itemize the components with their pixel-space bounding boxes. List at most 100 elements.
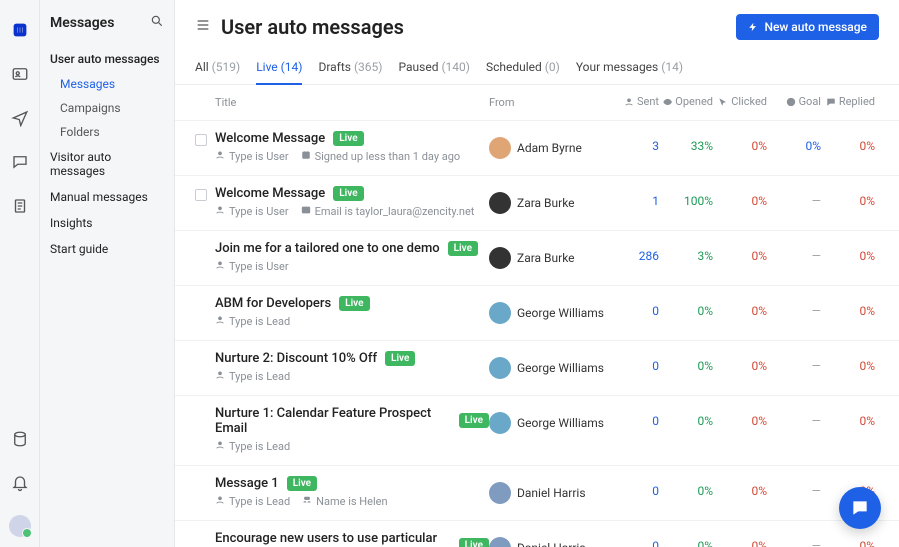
bell-icon[interactable] <box>8 471 32 495</box>
meta-item: Type is User <box>215 205 289 218</box>
table-header: Title From Sent Opened Clicked Goal Repl… <box>175 85 899 121</box>
avatar <box>489 137 511 159</box>
replied-value: 0% <box>825 406 879 428</box>
send-icon[interactable] <box>8 106 32 130</box>
tab-drafts[interactable]: Drafts (365) <box>318 54 382 84</box>
message-title: Welcome Message <box>215 186 325 201</box>
meta-item: Type is Lead <box>215 370 290 383</box>
sent-value: 0 <box>609 351 663 373</box>
opened-value: 0% <box>663 406 717 428</box>
row-checkbox[interactable] <box>195 134 207 146</box>
col-title[interactable]: Title <box>215 96 489 109</box>
table-row[interactable]: Message 1LiveType is LeadName is HelenDa… <box>175 466 899 521</box>
table-row[interactable]: Welcome MessageLiveType is UserSigned up… <box>175 121 899 176</box>
tab-live[interactable]: Live (14) <box>256 54 302 84</box>
status-badge: Live <box>339 296 369 311</box>
sidebar-sub-folders[interactable]: Folders <box>40 120 174 144</box>
tab-your-messages[interactable]: Your messages (14) <box>576 54 683 84</box>
document-icon[interactable] <box>8 194 32 218</box>
col-sent[interactable]: Sent <box>609 95 659 108</box>
avatar <box>489 192 511 214</box>
from-cell: Zara Burke <box>489 241 609 269</box>
page-title: User auto messages <box>221 15 404 39</box>
brand-icon[interactable] <box>8 18 32 42</box>
clicked-value: 0% <box>717 186 771 208</box>
clicked-value: 0% <box>717 406 771 428</box>
sidebar-item-user-auto[interactable]: User auto messages <box>40 46 174 72</box>
col-goal[interactable]: Goal <box>771 95 821 108</box>
status-badge: Live <box>333 131 363 146</box>
sidebar-item-start-guide[interactable]: Start guide <box>40 236 174 262</box>
tab-paused[interactable]: Paused (140) <box>398 54 470 84</box>
avatar <box>489 537 511 547</box>
sidebar-item-visitor-auto[interactable]: Visitor auto messages <box>40 144 174 184</box>
new-auto-message-button[interactable]: New auto message <box>736 14 879 40</box>
goal-value: — <box>771 351 825 373</box>
col-clicked[interactable]: Clicked <box>717 95 767 108</box>
messenger-widget[interactable] <box>839 487 881 529</box>
menu-toggle-icon[interactable] <box>195 17 211 37</box>
table-row[interactable]: Join me for a tailored one to one demoLi… <box>175 231 899 286</box>
sent-value: 3 <box>609 131 663 153</box>
tab-scheduled[interactable]: Scheduled (0) <box>486 54 560 84</box>
clicked-value: 0% <box>717 241 771 263</box>
icon-rail <box>0 0 40 547</box>
sent-value: 0 <box>609 476 663 498</box>
status-badge: Live <box>459 538 489 547</box>
table-row[interactable]: Nurture 2: Discount 10% OffLiveType is L… <box>175 341 899 396</box>
opened-value: 0% <box>663 296 717 318</box>
table-row[interactable]: Nurture 1: Calendar Feature Prospect Ema… <box>175 396 899 466</box>
mail-icon <box>301 205 311 218</box>
meta-item: Signed up less than 1 day ago <box>301 150 461 163</box>
replied-value: 0% <box>825 186 879 208</box>
goal-value: 0% <box>771 131 825 153</box>
table-row[interactable]: Welcome MessageLiveType is UserEmail is … <box>175 176 899 231</box>
clicked-value: 0% <box>717 296 771 318</box>
user-icon <box>215 260 225 273</box>
from-cell: Zara Burke <box>489 186 609 214</box>
table-row[interactable]: Encourage new users to use particular fe… <box>175 521 899 547</box>
meta-item: Type is Lead <box>215 315 290 328</box>
meta-item: Type is User <box>215 260 289 273</box>
meta-item: Type is Lead <box>215 495 290 508</box>
col-opened[interactable]: Opened <box>663 95 713 108</box>
replied-value: 0% <box>825 531 879 547</box>
sent-value: 286 <box>609 241 663 263</box>
search-icon[interactable] <box>150 14 164 32</box>
avatar <box>489 247 511 269</box>
chat-icon[interactable] <box>8 150 32 174</box>
new-button-label: New auto message <box>764 20 867 34</box>
calendar-icon <box>301 150 311 163</box>
from-cell: Adam Byrne <box>489 131 609 159</box>
user-icon <box>215 440 225 453</box>
status-badge: Live <box>385 351 415 366</box>
main: User auto messages New auto message All … <box>175 0 899 547</box>
tag-icon <box>302 495 312 508</box>
people-icon[interactable] <box>8 62 32 86</box>
sidebar-item-insights[interactable]: Insights <box>40 210 174 236</box>
sidebar-sub-messages[interactable]: Messages <box>40 72 174 96</box>
message-title: ABM for Developers <box>215 296 331 311</box>
message-title: Encourage new users to use particular fe… <box>215 531 451 547</box>
opened-value: 0% <box>663 351 717 373</box>
col-replied[interactable]: Replied <box>825 95 875 108</box>
table-row[interactable]: ABM for DevelopersLiveType is LeadGeorge… <box>175 286 899 341</box>
replied-value: 0% <box>825 241 879 263</box>
row-checkbox[interactable] <box>195 189 207 201</box>
avatar <box>489 302 511 324</box>
sidebar-item-manual[interactable]: Manual messages <box>40 184 174 210</box>
replied-value: 0% <box>825 351 879 373</box>
sidebar-sub-campaigns[interactable]: Campaigns <box>40 96 174 120</box>
user-icon <box>215 315 225 328</box>
user-icon <box>215 495 225 508</box>
data-icon[interactable] <box>8 427 32 451</box>
sidebar-title: Messages <box>50 15 114 31</box>
current-user-avatar[interactable] <box>9 515 31 537</box>
tab-all[interactable]: All (519) <box>195 54 240 84</box>
status-badge: Live <box>459 413 489 428</box>
clicked-value: 0% <box>717 131 771 153</box>
status-badge: Live <box>448 241 478 256</box>
opened-value: 0% <box>663 476 717 498</box>
replied-value: 0% <box>825 296 879 318</box>
col-from[interactable]: From <box>489 96 609 109</box>
